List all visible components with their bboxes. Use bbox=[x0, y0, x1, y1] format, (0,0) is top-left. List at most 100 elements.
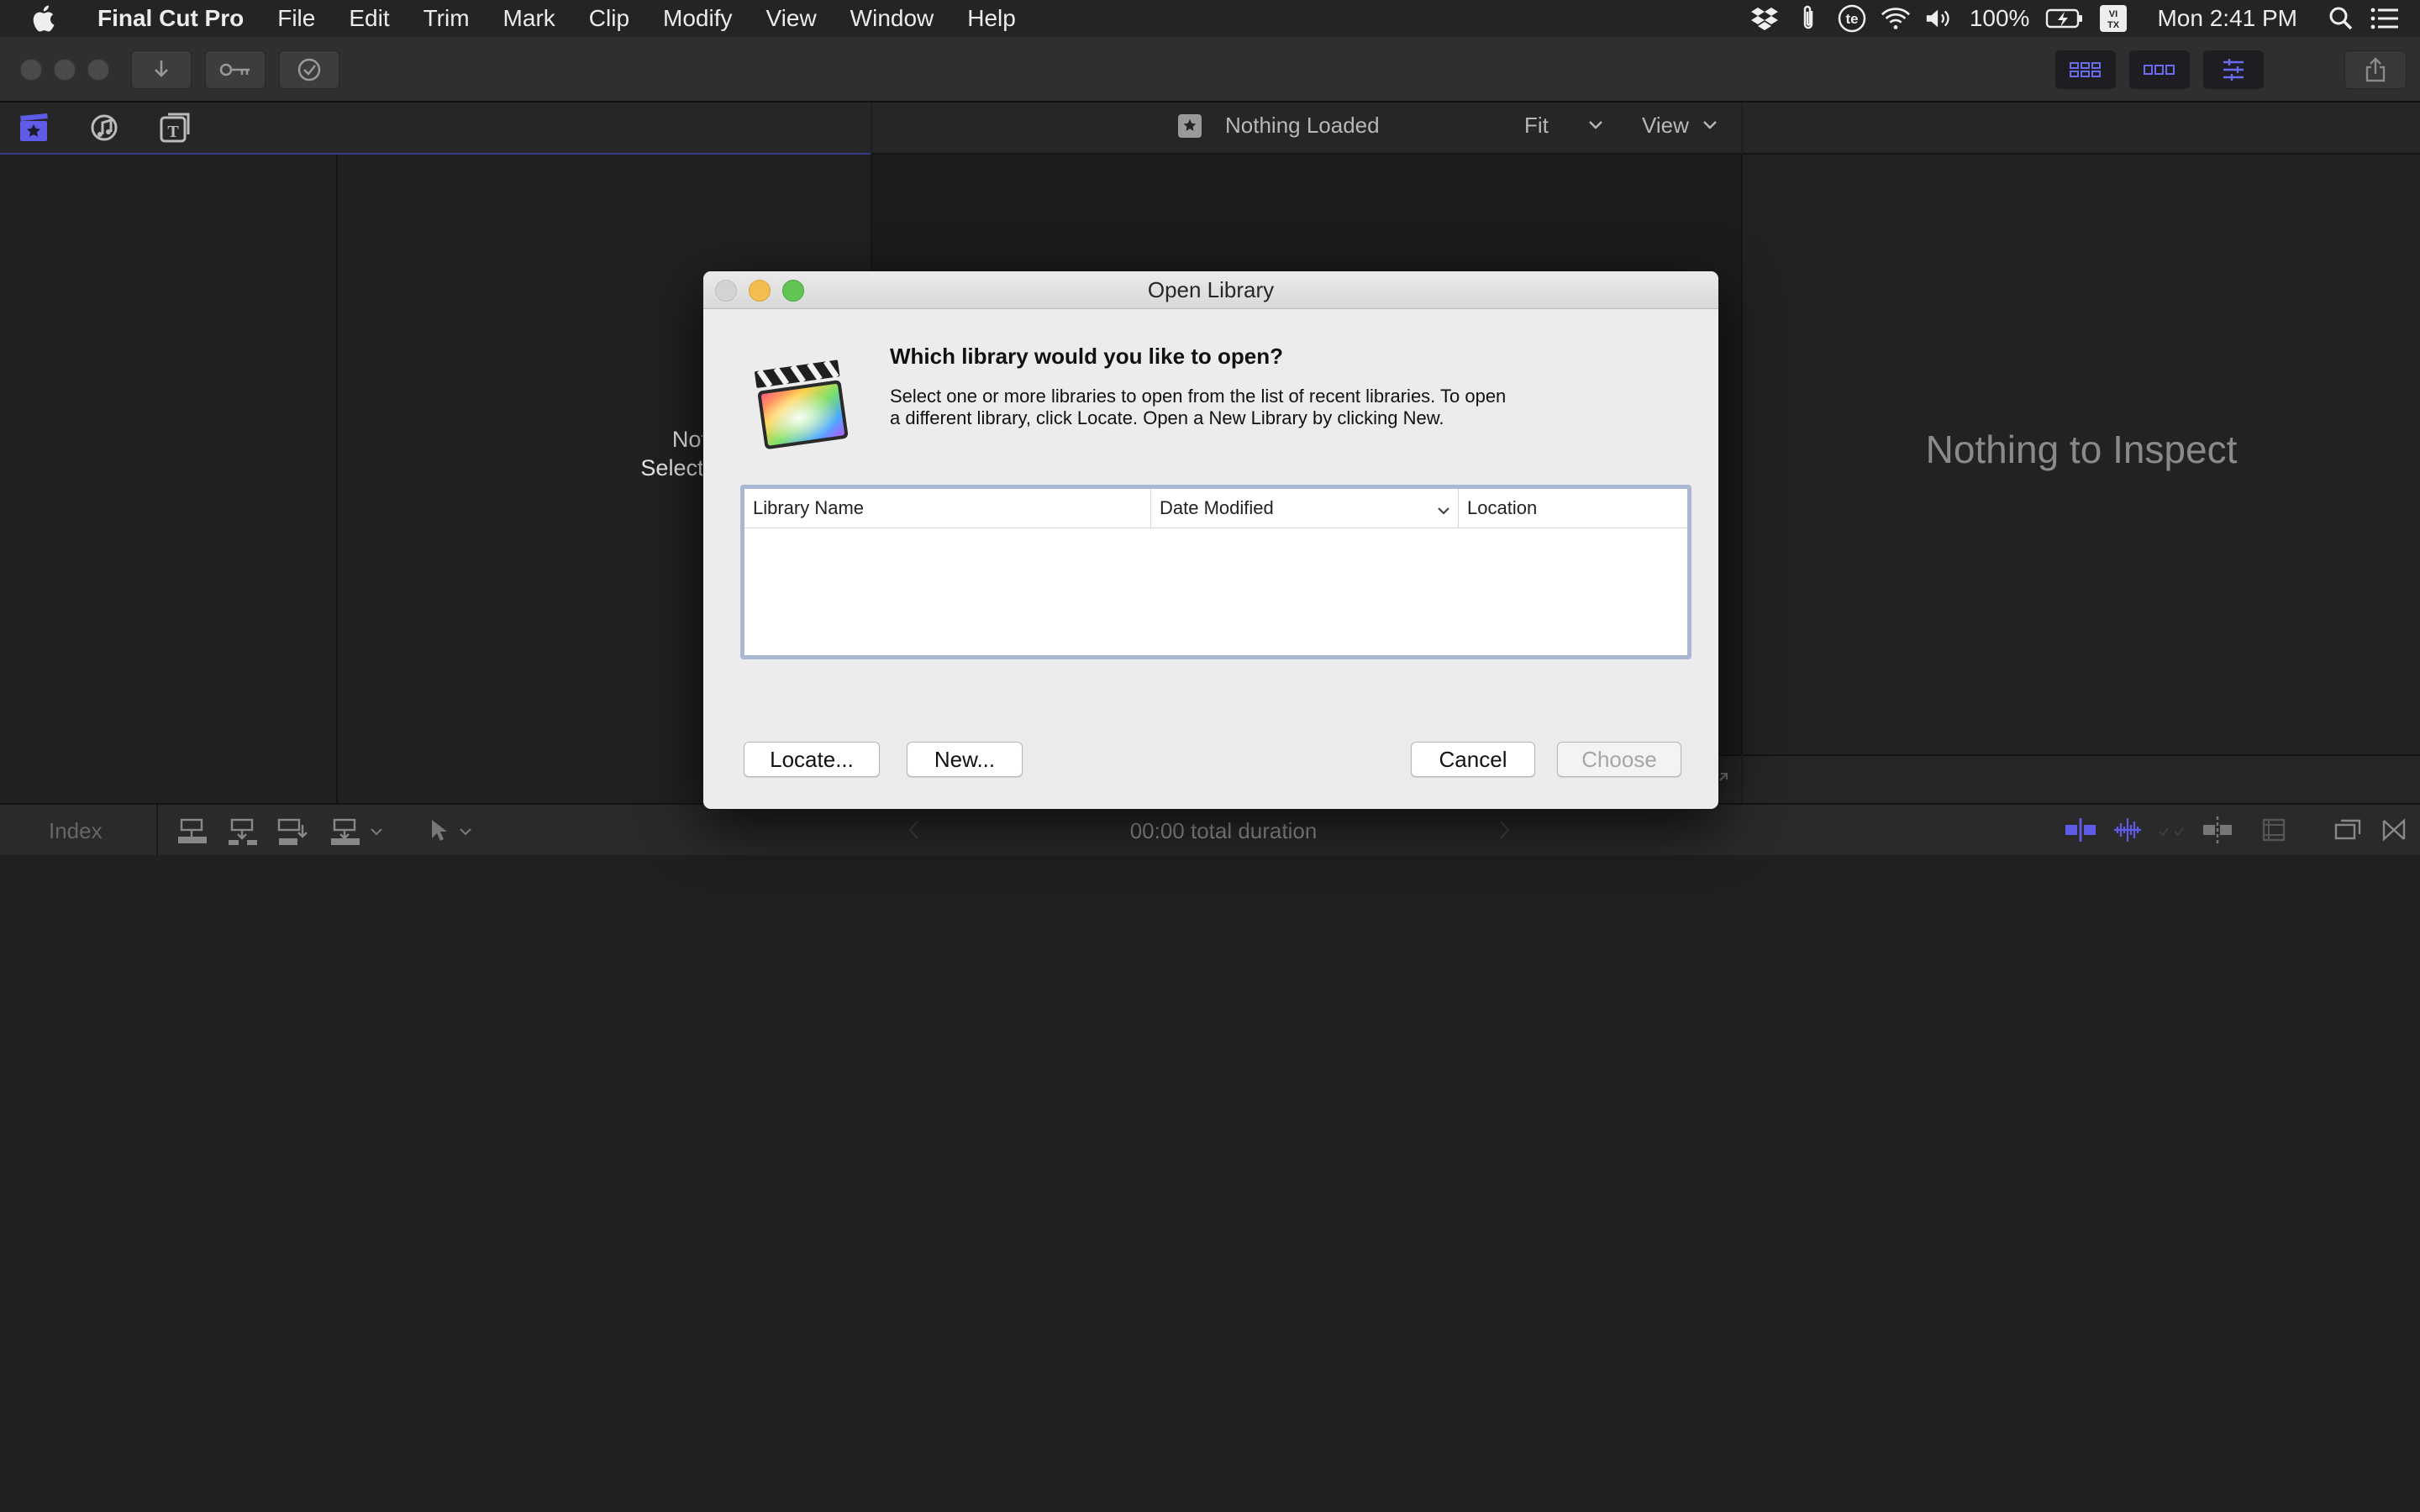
menu-window[interactable]: Window bbox=[834, 0, 951, 37]
keywords-button[interactable] bbox=[205, 50, 266, 89]
svg-text:te: te bbox=[1845, 11, 1858, 27]
clip-appearance-icon[interactable] bbox=[2260, 818, 2287, 846]
battery-charging-icon[interactable] bbox=[2044, 3, 2085, 34]
download-arrow-icon bbox=[155, 60, 168, 77]
zoom-menu[interactable]: Fit bbox=[1524, 113, 1549, 139]
chevron-down-icon[interactable] bbox=[1588, 119, 1603, 134]
timeline-index-toggle-icon[interactable] bbox=[2334, 818, 2361, 846]
spotlight-search-icon[interactable] bbox=[2326, 3, 2356, 34]
timeline-strip-icon bbox=[2144, 65, 2175, 75]
share-icon bbox=[2365, 57, 2386, 82]
svg-text:T: T bbox=[167, 123, 179, 141]
checkmark-circle-icon bbox=[297, 58, 321, 81]
timeline-toggle-button[interactable] bbox=[2129, 50, 2190, 89]
menu-mark[interactable]: Mark bbox=[487, 0, 572, 37]
menu-file[interactable]: File bbox=[260, 0, 332, 37]
chevron-down-icon[interactable] bbox=[459, 825, 472, 840]
inspector-footer bbox=[1743, 754, 2420, 805]
sliders-icon bbox=[2223, 59, 2244, 81]
menu-modify[interactable]: Modify bbox=[646, 0, 749, 37]
menu-bar: Final Cut Pro File Edit Trim Mark Clip M… bbox=[0, 0, 2420, 37]
te-icon[interactable]: te bbox=[1837, 3, 1867, 34]
timeline-toolbar: Index 00:00 total duration bbox=[0, 803, 2420, 857]
library-table[interactable]: Library Name Date Modified Location bbox=[740, 485, 1691, 659]
dialog-title: Open Library bbox=[1147, 277, 1275, 302]
dialog-titlebar: Open Library bbox=[703, 271, 1718, 309]
timeline-duration: 00:00 total duration bbox=[1129, 818, 1318, 843]
skimming-icon[interactable] bbox=[2064, 818, 2097, 846]
inspector-toggle-button[interactable] bbox=[2203, 50, 2264, 89]
select-tool-icon[interactable] bbox=[429, 818, 449, 848]
window-minimize-button[interactable] bbox=[54, 59, 76, 81]
view-menu[interactable]: View bbox=[1642, 113, 1689, 139]
notification-center-icon[interactable] bbox=[2370, 3, 2400, 34]
libraries-tab[interactable] bbox=[17, 111, 50, 144]
insert-clip-icon[interactable] bbox=[227, 816, 260, 849]
new-library-button[interactable]: New... bbox=[907, 742, 1023, 777]
chevron-left-icon[interactable] bbox=[908, 820, 921, 844]
titles-generators-tab[interactable]: T bbox=[158, 111, 192, 144]
menu-app-name[interactable]: Final Cut Pro bbox=[91, 0, 260, 37]
app-toolbar bbox=[0, 37, 2420, 102]
column-date-modified[interactable]: Date Modified bbox=[1151, 489, 1459, 528]
window-close-button[interactable] bbox=[20, 59, 42, 81]
dropbox-icon[interactable] bbox=[1749, 3, 1780, 34]
hide-timeline-icon[interactable] bbox=[2381, 818, 2407, 846]
music-camera-icon bbox=[91, 114, 118, 141]
dialog-description: Select one or more libraries to open fro… bbox=[890, 386, 1612, 429]
browser-tab-bar: T bbox=[0, 102, 871, 155]
cancel-button[interactable]: Cancel bbox=[1411, 742, 1535, 777]
timeline-panel bbox=[0, 855, 2420, 1512]
browser-toggle-button[interactable] bbox=[2055, 50, 2116, 89]
dialog-question: Which library would you like to open? bbox=[890, 344, 1284, 369]
description-line-2: a different library, click Locate. Open … bbox=[890, 407, 1444, 428]
menu-view[interactable]: View bbox=[749, 0, 833, 37]
import-button[interactable] bbox=[131, 50, 192, 89]
audio-skimming-icon[interactable] bbox=[2111, 818, 2144, 846]
append-clip-icon[interactable] bbox=[277, 816, 311, 849]
chevron-down-icon[interactable] bbox=[370, 825, 383, 840]
apple-menu-icon[interactable] bbox=[30, 4, 64, 33]
chevron-down-icon[interactable] bbox=[1702, 119, 1718, 134]
browser-grid-icon bbox=[2070, 62, 2101, 77]
locate-button[interactable]: Locate... bbox=[744, 742, 880, 777]
key-icon bbox=[219, 63, 250, 76]
connect-clip-icon[interactable] bbox=[176, 816, 210, 849]
snapping-icon[interactable] bbox=[2202, 816, 2233, 848]
table-header: Library Name Date Modified Location bbox=[744, 489, 1687, 528]
open-library-dialog: Open Library Which library would you lik… bbox=[702, 270, 1719, 810]
chevron-right-icon[interactable] bbox=[1497, 820, 1511, 844]
inspector-header bbox=[1743, 102, 2420, 155]
menu-help[interactable]: Help bbox=[950, 0, 1033, 37]
volume-icon[interactable] bbox=[1924, 3, 1954, 34]
svg-text:VI: VI bbox=[2109, 9, 2118, 19]
background-tasks-button[interactable] bbox=[279, 50, 339, 89]
photos-audio-tab[interactable] bbox=[89, 111, 123, 144]
paperclip-icon[interactable] bbox=[1793, 3, 1823, 34]
viewer-header: Nothing Loaded Fit View bbox=[872, 102, 1741, 155]
index-button[interactable]: Index bbox=[49, 818, 103, 844]
share-button[interactable] bbox=[2344, 50, 2407, 89]
menu-clock[interactable]: Mon 2:41 PM bbox=[2157, 5, 2297, 32]
sort-chevron-down-icon[interactable] bbox=[1437, 504, 1450, 519]
inspector-panel: Nothing to Inspect bbox=[1743, 155, 2420, 754]
menu-edit[interactable]: Edit bbox=[332, 0, 406, 37]
wifi-icon[interactable] bbox=[1881, 3, 1911, 34]
viewer-title: Nothing Loaded bbox=[1225, 113, 1380, 138]
column-location[interactable]: Location bbox=[1459, 489, 1687, 528]
battery-percent: 100% bbox=[1969, 5, 2030, 31]
libraries-sidebar bbox=[0, 155, 338, 803]
window-zoom-button[interactable] bbox=[87, 59, 109, 81]
clapper-icon bbox=[1178, 114, 1202, 138]
menu-trim[interactable]: Trim bbox=[407, 0, 487, 37]
input-source-icon[interactable]: VI TX bbox=[2098, 3, 2128, 34]
final-cut-pro-app-icon bbox=[745, 345, 855, 454]
title-t-icon: T bbox=[160, 113, 190, 143]
menu-clip[interactable]: Clip bbox=[572, 0, 646, 37]
choose-button[interactable]: Choose bbox=[1557, 742, 1681, 777]
column-library-name[interactable]: Library Name bbox=[744, 489, 1151, 528]
solo-icon[interactable] bbox=[2156, 820, 2186, 846]
overwrite-clip-icon[interactable] bbox=[329, 816, 363, 849]
svg-text:TX: TX bbox=[2107, 20, 2120, 30]
inspector-empty-text: Nothing to Inspect bbox=[1925, 428, 2238, 471]
